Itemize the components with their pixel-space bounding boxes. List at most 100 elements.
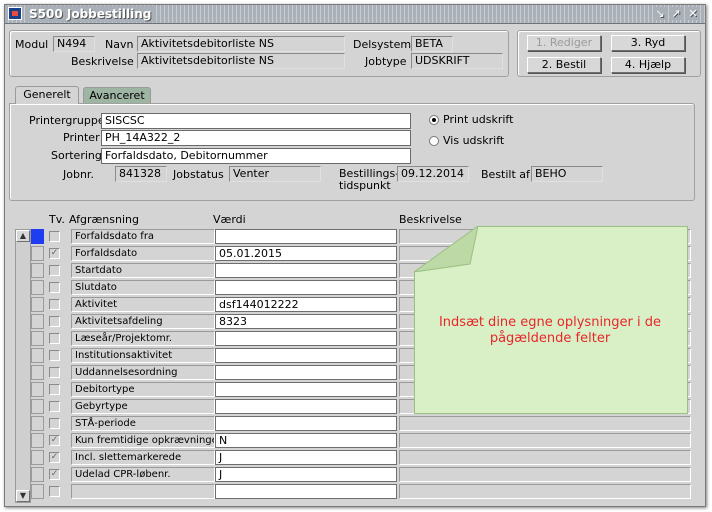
tv-checkbox[interactable]: ✓ [49,435,60,446]
tv-checkbox[interactable] [49,486,60,497]
criteria-label: Gebyrtype [71,399,215,414]
criteria-value-input[interactable] [215,399,397,414]
row-indicator[interactable] [31,450,44,465]
sortering-input[interactable]: Forfaldsdato, Debitornummer [101,148,411,164]
tv-checkbox[interactable] [49,231,60,242]
bestiltaf-field[interactable]: BEHO [531,166,603,182]
modul-label: Modul [15,38,49,51]
criteria-value-input[interactable]: dsf144012222 [215,297,397,312]
row-indicator[interactable] [31,246,44,261]
criteria-label: Kun fremtidige opkrævninger [71,433,215,448]
row-indicator[interactable] [31,484,44,499]
tv-checkbox[interactable] [49,418,60,429]
criteria-value-input[interactable] [215,263,397,278]
row-indicator[interactable] [31,331,44,346]
delsystem-label: Delsystem [353,38,412,51]
printer-label: Printer [63,131,100,144]
modul-field[interactable]: N494 [53,36,95,52]
jobstatus-field[interactable]: Venter [229,166,321,182]
printergruppe-input[interactable]: SISCSC [101,113,411,129]
navn-field[interactable]: Aktivitetsdebitorliste NS [137,36,345,52]
clear-button[interactable]: 3. Ryd [611,35,685,51]
criteria-value-input[interactable] [215,348,397,363]
row-indicator[interactable] [31,467,44,482]
print-udskrift-radio[interactable] [429,115,439,125]
tv-checkbox[interactable] [49,384,60,395]
row-indicator[interactable] [31,229,44,244]
bestillingstidspunkt-field[interactable]: 09.12.2014 [397,166,469,182]
vis-udskrift-label: Vis udskrift [443,134,505,147]
row-indicator[interactable] [31,416,44,431]
tv-checkbox[interactable] [49,282,60,293]
close-icon[interactable]: ✕ [686,7,700,20]
scroll-down-icon[interactable]: ▼ [16,490,30,502]
tv-checkbox[interactable] [49,265,60,276]
criteria-label: Startdato [71,263,215,278]
row-indicator[interactable] [31,399,44,414]
criteria-value-input[interactable] [215,365,397,380]
beskrivelse-field[interactable]: Aktivitetsdebitorliste NS [137,53,345,69]
criteria-label: Udelad CPR-løbenr. [71,467,215,482]
sortering-label: Sortering [51,149,102,162]
edit-button[interactable]: 1. Rediger [527,35,601,51]
tv-checkbox[interactable] [49,299,60,310]
row-indicator[interactable] [31,263,44,278]
grid-scrollbar[interactable]: ▲ ▼ [15,229,31,503]
criteria-value-input[interactable]: 05.01.2015 [215,246,397,261]
row-indicator[interactable] [31,297,44,312]
title-bar[interactable]: S500 Jobbestilling ↘ ↗ ✕ [5,5,705,24]
criteria-value-input[interactable]: N [215,433,397,448]
scroll-up-icon[interactable]: ▲ [16,230,30,242]
criteria-label: Uddannelsesordning [71,365,215,380]
tv-checkbox[interactable] [49,401,60,412]
criteria-value-input[interactable] [215,229,397,244]
tv-checkbox[interactable] [49,333,60,344]
help-button[interactable]: 4. Hjælp [611,57,685,73]
jobnr-label: Jobnr. [63,168,94,181]
tab-avanceret[interactable]: Avanceret [83,87,151,104]
jobtype-field[interactable]: UDSKRIFT [411,53,503,69]
row-indicator[interactable] [31,382,44,397]
tv-checkbox[interactable] [49,350,60,361]
row-indicator[interactable] [31,433,44,448]
note-text: Indsæt dine egne oplysninger i de pågæld… [438,315,662,346]
criteria-label: STÅ-periode [71,416,215,431]
tv-checkbox[interactable] [49,367,60,378]
printergruppe-label: Printergruppe [29,114,105,127]
delsystem-field[interactable]: BETA [411,36,453,52]
row-indicator[interactable] [31,280,44,295]
criteria-value-input[interactable]: 8323 [215,314,397,329]
row-indicator[interactable] [31,365,44,380]
jobnr-field[interactable]: 841328 [115,166,167,182]
criteria-label: Forfaldsdato fra [71,229,215,244]
criteria-label: Incl. slettemarkerede [71,450,215,465]
criteria-value-input[interactable] [215,331,397,346]
criteria-label [71,484,215,499]
vis-udskrift-radio[interactable] [429,136,439,146]
tab-generelt[interactable]: Generelt [15,86,79,104]
criteria-value-input[interactable] [215,382,397,397]
col-afgraensning-header: Afgrænsning [69,213,139,226]
criteria-label: Læseår/Projektomr. [71,331,215,346]
tv-checkbox[interactable] [49,316,60,327]
criteria-description [399,416,691,431]
criteria-label: Institutionsaktivitet [71,348,215,363]
tv-checkbox[interactable]: ✓ [49,452,60,463]
criteria-description [399,433,691,448]
criteria-value-input[interactable]: J [215,467,397,482]
criteria-value-input[interactable] [215,416,397,431]
criteria-label: Forfaldsdato [71,246,215,261]
printer-input[interactable]: PH_14A322_2 [101,130,411,146]
criteria-value-input[interactable] [215,484,397,499]
minimize-icon[interactable]: ↘ [653,7,667,20]
tv-checkbox[interactable]: ✓ [49,469,60,480]
row-indicator[interactable] [31,314,44,329]
tv-checkbox[interactable]: ✓ [49,248,60,259]
row-indicator[interactable] [31,348,44,363]
restore-icon[interactable]: ↗ [669,7,683,20]
jobstatus-label: Jobstatus [173,168,224,181]
criteria-value-input[interactable] [215,280,397,295]
criteria-value-input[interactable]: J [215,450,397,465]
order-button[interactable]: 2. Bestil [527,57,601,73]
jobtype-label: Jobtype [365,55,407,68]
